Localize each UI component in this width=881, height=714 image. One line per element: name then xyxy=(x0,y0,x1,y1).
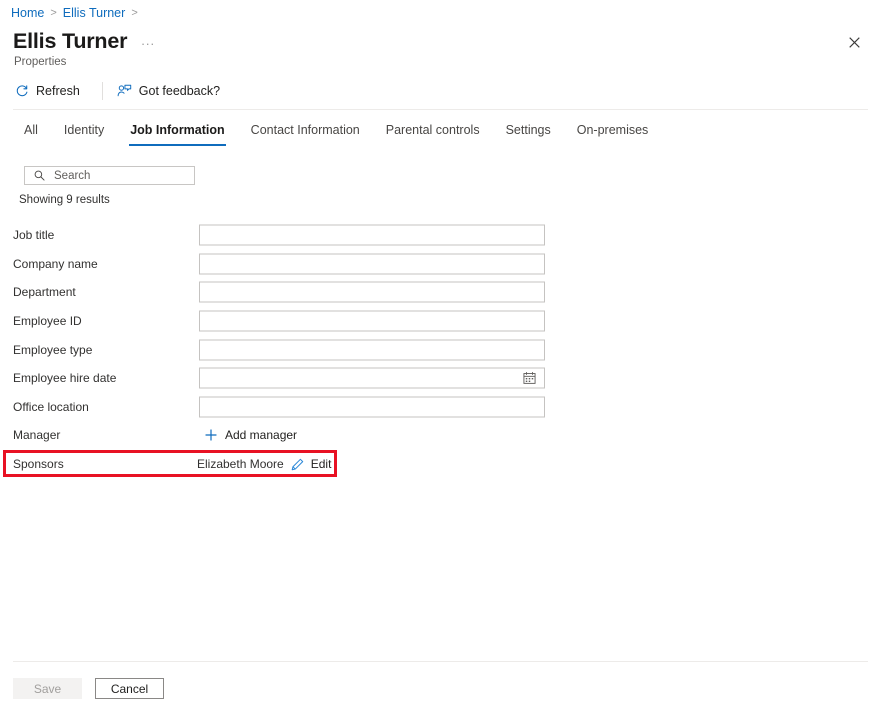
sponsors-value: Elizabeth Moore xyxy=(197,457,284,471)
results-count: Showing 9 results xyxy=(19,194,110,206)
command-bar: Refresh Got feedback? xyxy=(13,80,230,102)
chevron-right-icon: > xyxy=(131,5,137,21)
search-input[interactable]: Search xyxy=(54,170,90,182)
breadcrumb-item-home[interactable]: Home xyxy=(11,5,44,21)
field-row-sponsors: Sponsors Elizabeth Moore Edit xyxy=(0,450,881,479)
feedback-person-icon xyxy=(117,84,132,98)
footer-actions: Save Cancel xyxy=(13,678,164,699)
input-department[interactable] xyxy=(199,282,545,303)
header-divider xyxy=(13,109,868,110)
close-icon[interactable] xyxy=(843,31,865,53)
page-title: Ellis Turner xyxy=(13,28,127,54)
add-manager-button[interactable]: Add manager xyxy=(205,428,297,442)
add-manager-label: Add manager xyxy=(225,428,297,442)
got-feedback-label: Got feedback? xyxy=(139,84,220,98)
title-row: Ellis Turner ... xyxy=(13,28,155,54)
field-row-department: Department xyxy=(0,278,881,307)
field-row-employee-id: Employee ID xyxy=(0,307,881,336)
label-office-location: Office location xyxy=(13,400,89,414)
sponsors-edit-link[interactable]: Edit xyxy=(311,457,332,471)
label-employee-type: Employee type xyxy=(13,343,92,357)
field-row-office-location: Office location xyxy=(0,393,881,422)
input-company-name[interactable] xyxy=(199,253,545,274)
field-row-job-title: Job title xyxy=(0,221,881,250)
tab-contact-information[interactable]: Contact Information xyxy=(238,120,373,146)
got-feedback-button[interactable]: Got feedback? xyxy=(115,80,230,102)
input-office-location[interactable] xyxy=(199,396,545,417)
breadcrumb: Home > Ellis Turner > xyxy=(11,5,138,21)
label-employee-hire-date: Employee hire date xyxy=(13,371,116,385)
job-information-form: Job title Company name Department Employ… xyxy=(0,221,881,478)
properties-page: Home > Ellis Turner > Ellis Turner ... P… xyxy=(0,0,881,714)
label-sponsors: Sponsors xyxy=(13,457,64,471)
plus-icon xyxy=(205,429,217,441)
sponsors-value-group: Elizabeth Moore Edit xyxy=(197,457,331,471)
search-box[interactable]: Search xyxy=(24,166,195,185)
save-button[interactable]: Save xyxy=(13,678,82,699)
label-manager: Manager xyxy=(13,428,60,442)
tab-parental-controls[interactable]: Parental controls xyxy=(373,120,493,146)
refresh-button[interactable]: Refresh xyxy=(13,80,90,102)
label-department: Department xyxy=(13,285,76,299)
tab-bar: All Identity Job Information Contact Inf… xyxy=(11,120,661,146)
label-employee-id: Employee ID xyxy=(13,314,82,328)
overflow-menu-button[interactable]: ... xyxy=(141,33,155,48)
tab-all[interactable]: All xyxy=(11,120,51,146)
tab-identity[interactable]: Identity xyxy=(51,120,117,146)
input-employee-id[interactable] xyxy=(199,311,545,332)
chevron-right-icon: > xyxy=(50,5,56,21)
breadcrumb-item-user[interactable]: Ellis Turner xyxy=(63,5,126,21)
field-row-employee-hire-date: Employee hire date xyxy=(0,364,881,393)
label-job-title: Job title xyxy=(13,228,54,242)
input-employee-type[interactable] xyxy=(199,339,545,360)
cancel-button[interactable]: Cancel xyxy=(95,678,164,699)
field-row-manager: Manager Add manager xyxy=(0,421,881,450)
field-row-employee-type: Employee type xyxy=(0,335,881,364)
footer-divider xyxy=(13,661,868,662)
tab-job-information[interactable]: Job Information xyxy=(117,120,237,146)
refresh-icon xyxy=(15,84,29,98)
command-separator xyxy=(102,82,103,100)
pencil-icon[interactable] xyxy=(291,458,304,471)
page-subtitle: Properties xyxy=(14,56,66,68)
refresh-label: Refresh xyxy=(36,84,80,98)
input-employee-hire-date[interactable] xyxy=(199,368,545,389)
input-job-title[interactable] xyxy=(199,225,545,246)
label-company-name: Company name xyxy=(13,257,98,271)
search-icon xyxy=(34,170,45,181)
tab-on-premises[interactable]: On-premises xyxy=(564,120,662,146)
field-row-company-name: Company name xyxy=(0,250,881,279)
tab-settings[interactable]: Settings xyxy=(493,120,564,146)
